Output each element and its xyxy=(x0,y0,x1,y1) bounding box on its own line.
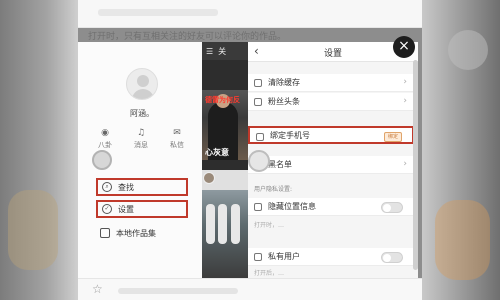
settings-row-hide-location[interactable]: 隐藏位置信息 xyxy=(248,198,413,216)
floating-button-2[interactable] xyxy=(248,150,270,172)
settings-row-private-user[interactable]: 私有用户 xyxy=(248,248,413,266)
lock-icon xyxy=(254,253,262,261)
stat-item-mail[interactable]: ✉ 私信 xyxy=(164,128,190,150)
menu-item-settings[interactable]: ✓ 设置 xyxy=(96,200,188,218)
gear-icon: ✓ xyxy=(102,204,112,214)
privacy-note-2: 打开后，… xyxy=(254,270,285,277)
location-icon xyxy=(254,203,262,211)
settings-row-bind-phone[interactable]: 绑定手机号 绑定 xyxy=(248,126,414,144)
hide-location-toggle[interactable] xyxy=(381,202,403,213)
menu-icon[interactable]: ☰ xyxy=(206,47,213,56)
settings-row-fans-headline[interactable]: 粉丝头条 › xyxy=(248,93,413,111)
menu-item-search[interactable]: ⌕ 查找 xyxy=(96,178,188,196)
phone-icon xyxy=(256,133,264,141)
settings-row-clear-cache[interactable]: 清除缓存 › xyxy=(248,74,413,92)
floating-button[interactable] xyxy=(92,150,112,170)
privacy-section-label: 用户隐私设置: xyxy=(254,186,293,193)
profile-panel: 阿涵。 ◉ 八卦 ♫ 消息 ✉ 私信 ⌕ 查找 ✓ 设置 本地作品集 xyxy=(78,42,202,300)
eye-icon: ◉ xyxy=(101,128,109,138)
star-icon[interactable]: ☆ xyxy=(92,282,103,296)
avatar[interactable] xyxy=(126,68,158,100)
blurred-background-left xyxy=(0,0,78,300)
search-icon: ⌕ xyxy=(102,182,112,192)
scrollbar[interactable] xyxy=(413,60,418,270)
headline-icon xyxy=(254,98,262,106)
username: 阿涵。 xyxy=(130,109,154,118)
feed-caption-white: 心灰意 xyxy=(205,148,229,157)
chevron-right-icon: › xyxy=(403,77,407,87)
menu-item-local-collection[interactable]: 本地作品集 xyxy=(96,224,188,242)
chevron-right-icon: › xyxy=(403,159,407,169)
privacy-note-1: 打开时，… xyxy=(254,222,285,229)
stat-item-eye[interactable]: ◉ 八卦 xyxy=(92,128,118,150)
top-strip xyxy=(78,0,422,28)
private-user-toggle[interactable] xyxy=(381,252,403,263)
mail-icon: ✉ xyxy=(173,128,181,138)
file-icon xyxy=(100,228,110,238)
feed-panel: ☰ 关 德雷为何反 心灰意 xyxy=(202,42,248,278)
feed-avatar[interactable] xyxy=(203,172,215,184)
trash-icon xyxy=(254,79,262,87)
stat-item-bell[interactable]: ♫ 消息 xyxy=(128,128,154,150)
feed-header: ☰ 关 xyxy=(202,42,248,60)
settings-panel: ‹ 设置 清除缓存 › 粉丝头条 › 绑定手机号 绑定 黑名单 › 用户隐私设置… xyxy=(248,42,418,278)
hint-text: 打开时，只有互相关注的好友可以评论你的作品。 xyxy=(88,32,287,42)
feed-caption-red: 德雷为何反 xyxy=(205,96,240,104)
close-icon[interactable]: × xyxy=(393,36,415,58)
bottom-bar: ☆ xyxy=(78,278,422,300)
bind-tag[interactable]: 绑定 xyxy=(384,132,402,142)
chevron-right-icon: › xyxy=(403,96,407,106)
settings-row-blacklist[interactable]: 黑名单 › xyxy=(248,156,413,174)
feed-image-2[interactable] xyxy=(202,190,248,278)
bell-icon: ♫ xyxy=(136,128,146,138)
blurred-background-right xyxy=(422,0,500,300)
